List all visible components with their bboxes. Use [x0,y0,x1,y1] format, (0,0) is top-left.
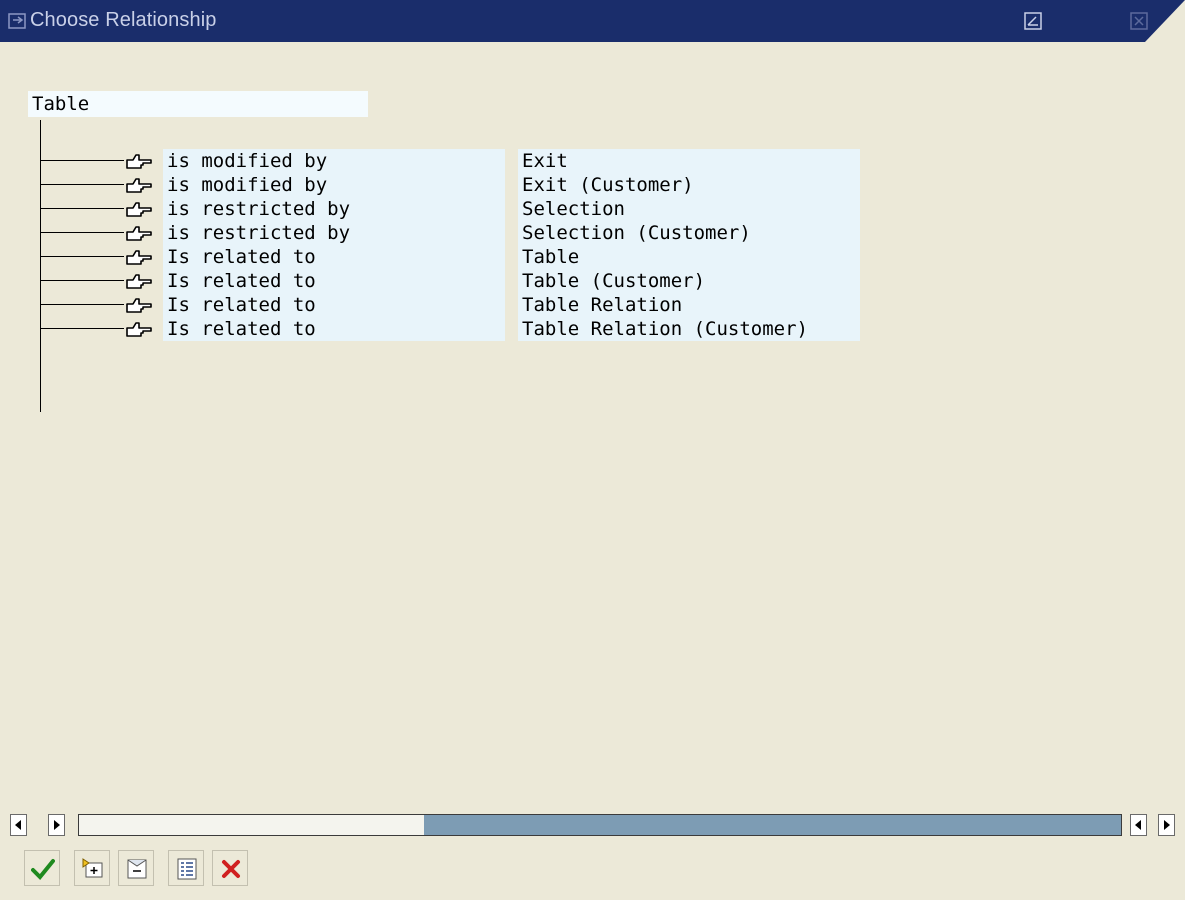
related-object-label[interactable]: Table (Customer) [518,269,860,293]
tree-connector [40,328,124,329]
hand-pointer-icon [125,176,153,194]
related-object-label[interactable]: Table Relation [518,293,860,317]
related-object-label[interactable]: Exit (Customer) [518,173,860,197]
cancel-button[interactable] [212,850,248,886]
tree-connector [40,304,124,305]
arrow-left-icon [1135,820,1141,830]
hand-pointer-icon [125,152,153,170]
arrow-right-icon [1164,820,1170,830]
expand-node-icon [82,858,103,878]
hand-pointer-icon [125,296,153,314]
details-icon [177,858,197,880]
scroll-track[interactable] [78,814,1122,836]
continue-button[interactable] [24,850,60,886]
relation-label[interactable]: Is related to [163,293,505,317]
hand-pointer-icon [125,320,153,338]
collapse-subtree-button[interactable] [118,850,154,886]
relation-label[interactable]: Is related to [163,317,505,341]
relation-label[interactable]: Is related to [163,245,505,269]
cancel-icon [222,860,240,878]
tree-connector [40,208,124,209]
relation-label[interactable]: is modified by [163,149,505,173]
expand-subtree-button[interactable] [74,850,110,886]
check-icon [31,859,55,880]
scroll-left-button-2[interactable] [1130,814,1147,836]
related-object-label[interactable]: Selection [518,197,860,221]
related-object-label[interactable]: Exit [518,149,860,173]
related-object-label[interactable]: Selection (Customer) [518,221,860,245]
scroll-right-button[interactable] [48,814,65,836]
tree-area: Table is modified by Exit is modified by Ex… [0,42,1185,812]
tree-row[interactable]: Is related to Table Relation (Customer) [0,317,900,341]
relation-label[interactable]: Is related to [163,269,505,293]
tree-connector [40,232,124,233]
scroll-left-button[interactable] [10,814,27,836]
tree-row[interactable]: Is related to Table [0,245,900,269]
restore-icon[interactable] [1024,12,1042,30]
horizontal-scrollbar[interactable] [0,812,1185,842]
arrow-right-icon [54,820,60,830]
hand-pointer-icon [125,248,153,266]
window-title: Choose Relationship [30,9,217,31]
related-object-label[interactable]: Table Relation (Customer) [518,317,860,341]
hand-pointer-icon [125,272,153,290]
scroll-right-button-2[interactable] [1158,814,1175,836]
tree-row[interactable]: Is related to Table (Customer) [0,269,900,293]
hand-pointer-icon [125,224,153,242]
tree-root-node[interactable]: Table [28,91,368,117]
tree-row[interactable]: is modified by Exit [0,149,900,173]
relation-label[interactable]: is restricted by [163,197,505,221]
close-icon[interactable] [1130,12,1148,30]
tree-row[interactable]: is modified by Exit (Customer) [0,173,900,197]
title-bar: Choose Relationship [0,0,1185,42]
tree-connector [40,184,124,185]
hand-pointer-icon [8,13,26,29]
tree-connector [40,160,124,161]
hand-pointer-icon [125,200,153,218]
tree-row[interactable]: is restricted by Selection [0,197,900,221]
details-button[interactable] [168,850,204,886]
collapse-node-icon [127,859,147,879]
bottom-toolbar [0,842,1185,900]
relation-label[interactable]: is modified by [163,173,505,197]
title-bar-corner [1145,0,1185,42]
related-object-label[interactable]: Table [518,245,860,269]
relation-label[interactable]: is restricted by [163,221,505,245]
scroll-thumb[interactable] [79,815,424,835]
tree-row[interactable]: Is related to Table Relation [0,293,900,317]
tree-connector [40,256,124,257]
tree-connector [40,280,124,281]
arrow-left-icon [15,820,21,830]
tree-row[interactable]: is restricted by Selection (Customer) [0,221,900,245]
